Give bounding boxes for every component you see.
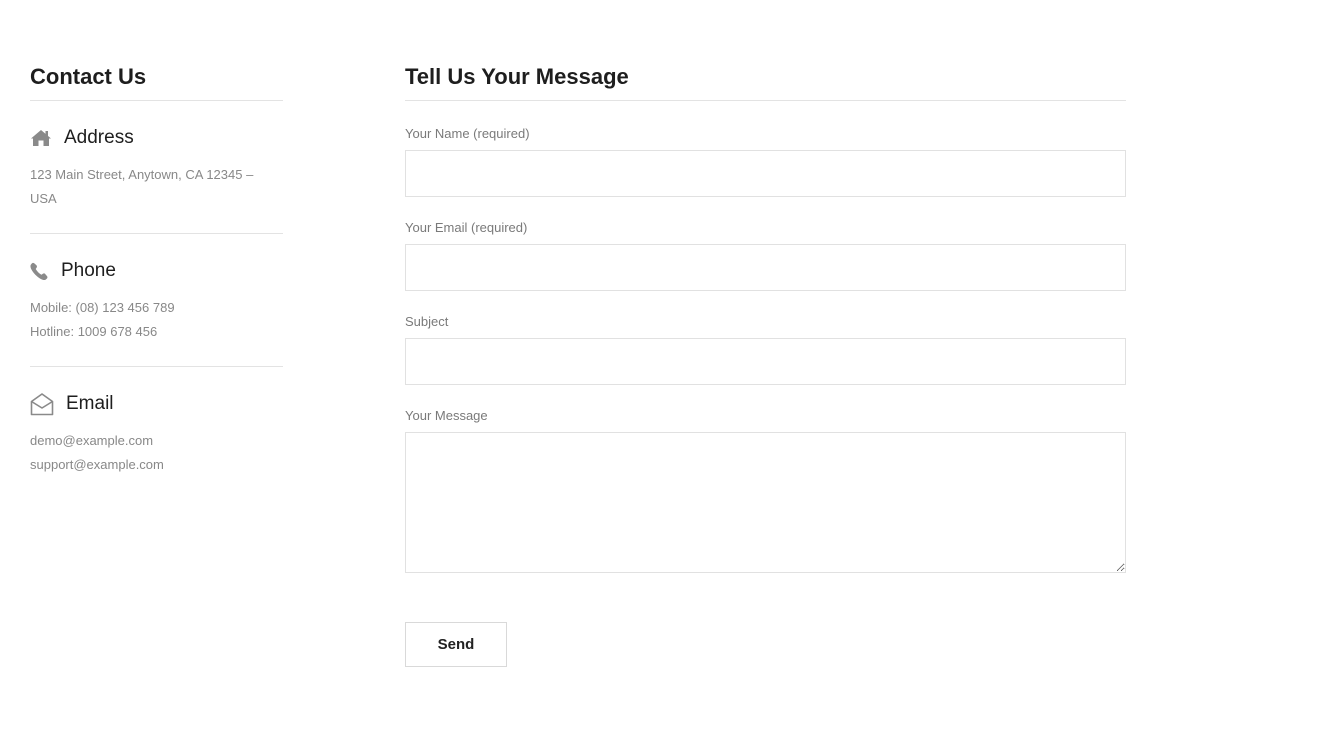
message-label: Your Message	[405, 408, 488, 423]
message-field-group: Your Message	[405, 407, 1126, 573]
contact-info-column: Contact Us Address 123 Main Street, Anyt…	[30, 62, 283, 499]
mobile-number: Mobile: (08) 123 456 789	[30, 300, 175, 315]
form-heading: Tell Us Your Message	[405, 62, 1126, 101]
support-email: support@example.com	[30, 457, 164, 472]
subject-field-group: Subject	[405, 313, 1126, 385]
email-block: Email demo@example.com support@example.c…	[30, 367, 283, 499]
address-title: Address	[64, 127, 134, 148]
email-input[interactable]	[405, 244, 1126, 291]
contact-heading: Contact Us	[30, 62, 283, 101]
name-label: Your Name (required)	[405, 126, 530, 141]
envelope-open-icon	[30, 392, 54, 416]
home-icon	[30, 129, 52, 147]
primary-email: demo@example.com	[30, 433, 154, 448]
address-header: Address	[30, 125, 283, 151]
name-input[interactable]	[405, 150, 1126, 197]
address-block: Address 123 Main Street, Anytown, CA 123…	[30, 101, 283, 234]
address-line-1: 123 Main Street, Anytown, CA 12345 –	[30, 167, 254, 182]
send-button[interactable]: Send	[405, 622, 507, 667]
phone-title: Phone	[61, 260, 116, 281]
phone-icon	[30, 262, 49, 281]
email-field-group: Your Email (required)	[405, 219, 1126, 291]
subject-label: Subject	[405, 314, 449, 329]
address-line-2: USA	[30, 191, 57, 206]
hotline-number: Hotline: 1009 678 456	[30, 324, 158, 339]
subject-input[interactable]	[405, 338, 1126, 385]
message-form: Tell Us Your Message Your Name (required…	[405, 62, 1126, 667]
name-field-group: Your Name (required)	[405, 125, 1126, 197]
message-textarea[interactable]	[405, 432, 1126, 573]
phone-block: Phone Mobile: (08) 123 456 789 Hotline: …	[30, 234, 283, 367]
email-title: Email	[66, 393, 114, 414]
email-header: Email	[30, 391, 283, 417]
email-label: Your Email (required)	[405, 220, 528, 235]
phone-header: Phone	[30, 258, 283, 284]
